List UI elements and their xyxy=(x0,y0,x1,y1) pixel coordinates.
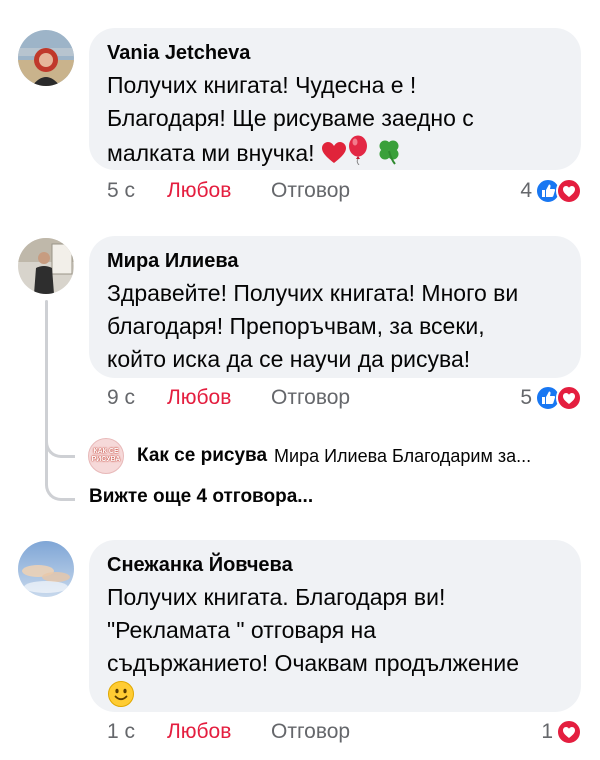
comment-actions: 1 с Любов Отговор xyxy=(107,717,350,747)
comment-time[interactable]: 9 с xyxy=(107,386,167,410)
view-more-replies-link[interactable]: Вижте още 4 отговора... xyxy=(89,486,313,508)
reply-snippet: Мира Илиева Благодарим за... xyxy=(274,445,532,466)
reaction-count: 1 xyxy=(541,720,553,743)
love-button[interactable]: Любов xyxy=(167,720,271,744)
reaction-count: 4 xyxy=(520,179,532,202)
reply-button[interactable]: Отговор xyxy=(271,720,350,744)
comment-text: Получих книгата! Чудесна е ! Благодаря! … xyxy=(107,69,563,174)
comment-actions: 9 с Любов Отговор xyxy=(107,383,350,413)
reactions-summary[interactable]: 1 xyxy=(541,717,582,747)
balloon-icon xyxy=(347,135,369,174)
page-avatar[interactable]: КАК СЕ РИСУВА xyxy=(88,438,124,474)
comment-actions: 5 с Любов Отговор xyxy=(107,176,350,206)
love-button[interactable]: Любов xyxy=(167,179,271,203)
love-reaction-icon xyxy=(556,178,582,204)
comment-author[interactable]: Vania Jetcheva xyxy=(107,40,563,66)
comment-author[interactable]: Снежанка Йовчева xyxy=(107,552,563,578)
avatar-snezhanka[interactable] xyxy=(18,541,74,597)
reply-author[interactable]: Как се рисува xyxy=(137,445,267,467)
comment-bubble: Vania Jetcheva Получих книгата! Чудесна … xyxy=(89,28,581,170)
love-reaction-icon xyxy=(556,385,582,411)
comment-text: Получих книгата. Благодаря ви! "Рекламат… xyxy=(107,581,563,717)
page-logo: КАК СЕ РИСУВА xyxy=(91,448,121,463)
love-button[interactable]: Любов xyxy=(167,386,271,410)
reply-button[interactable]: Отговор xyxy=(271,386,350,410)
avatar-mira[interactable] xyxy=(18,238,74,294)
red-heart-icon xyxy=(321,141,347,174)
love-reaction-icon xyxy=(556,719,582,745)
reply-button[interactable]: Отговор xyxy=(271,179,350,203)
comment-bubble: Мира Илиева Здравейте! Получих книгата! … xyxy=(89,236,581,378)
reactions-summary[interactable]: 4 xyxy=(520,176,582,206)
comment-time[interactable]: 5 с xyxy=(107,179,167,203)
four-leaf-clover-icon xyxy=(375,137,403,174)
comment-text: Здравейте! Получих книгата! Много ви бла… xyxy=(107,280,519,372)
thread-branch xyxy=(45,481,75,501)
reply-preview[interactable]: КАК СЕ РИСУВА Как се рисува Мира Илиева … xyxy=(88,438,531,474)
slightly-smiling-face-icon xyxy=(107,680,135,717)
reactions-summary[interactable]: 5 xyxy=(520,383,582,413)
thread-branch xyxy=(45,438,75,458)
comment-bubble: Снежанка Йовчева Получих книгата. Благод… xyxy=(89,540,581,712)
comment-time[interactable]: 1 с xyxy=(107,720,167,744)
thread-line xyxy=(45,440,48,484)
comment-author[interactable]: Мира Илиева xyxy=(107,248,563,274)
reaction-count: 5 xyxy=(520,386,532,409)
avatar-vania[interactable] xyxy=(18,30,74,86)
thread-line xyxy=(45,300,48,440)
